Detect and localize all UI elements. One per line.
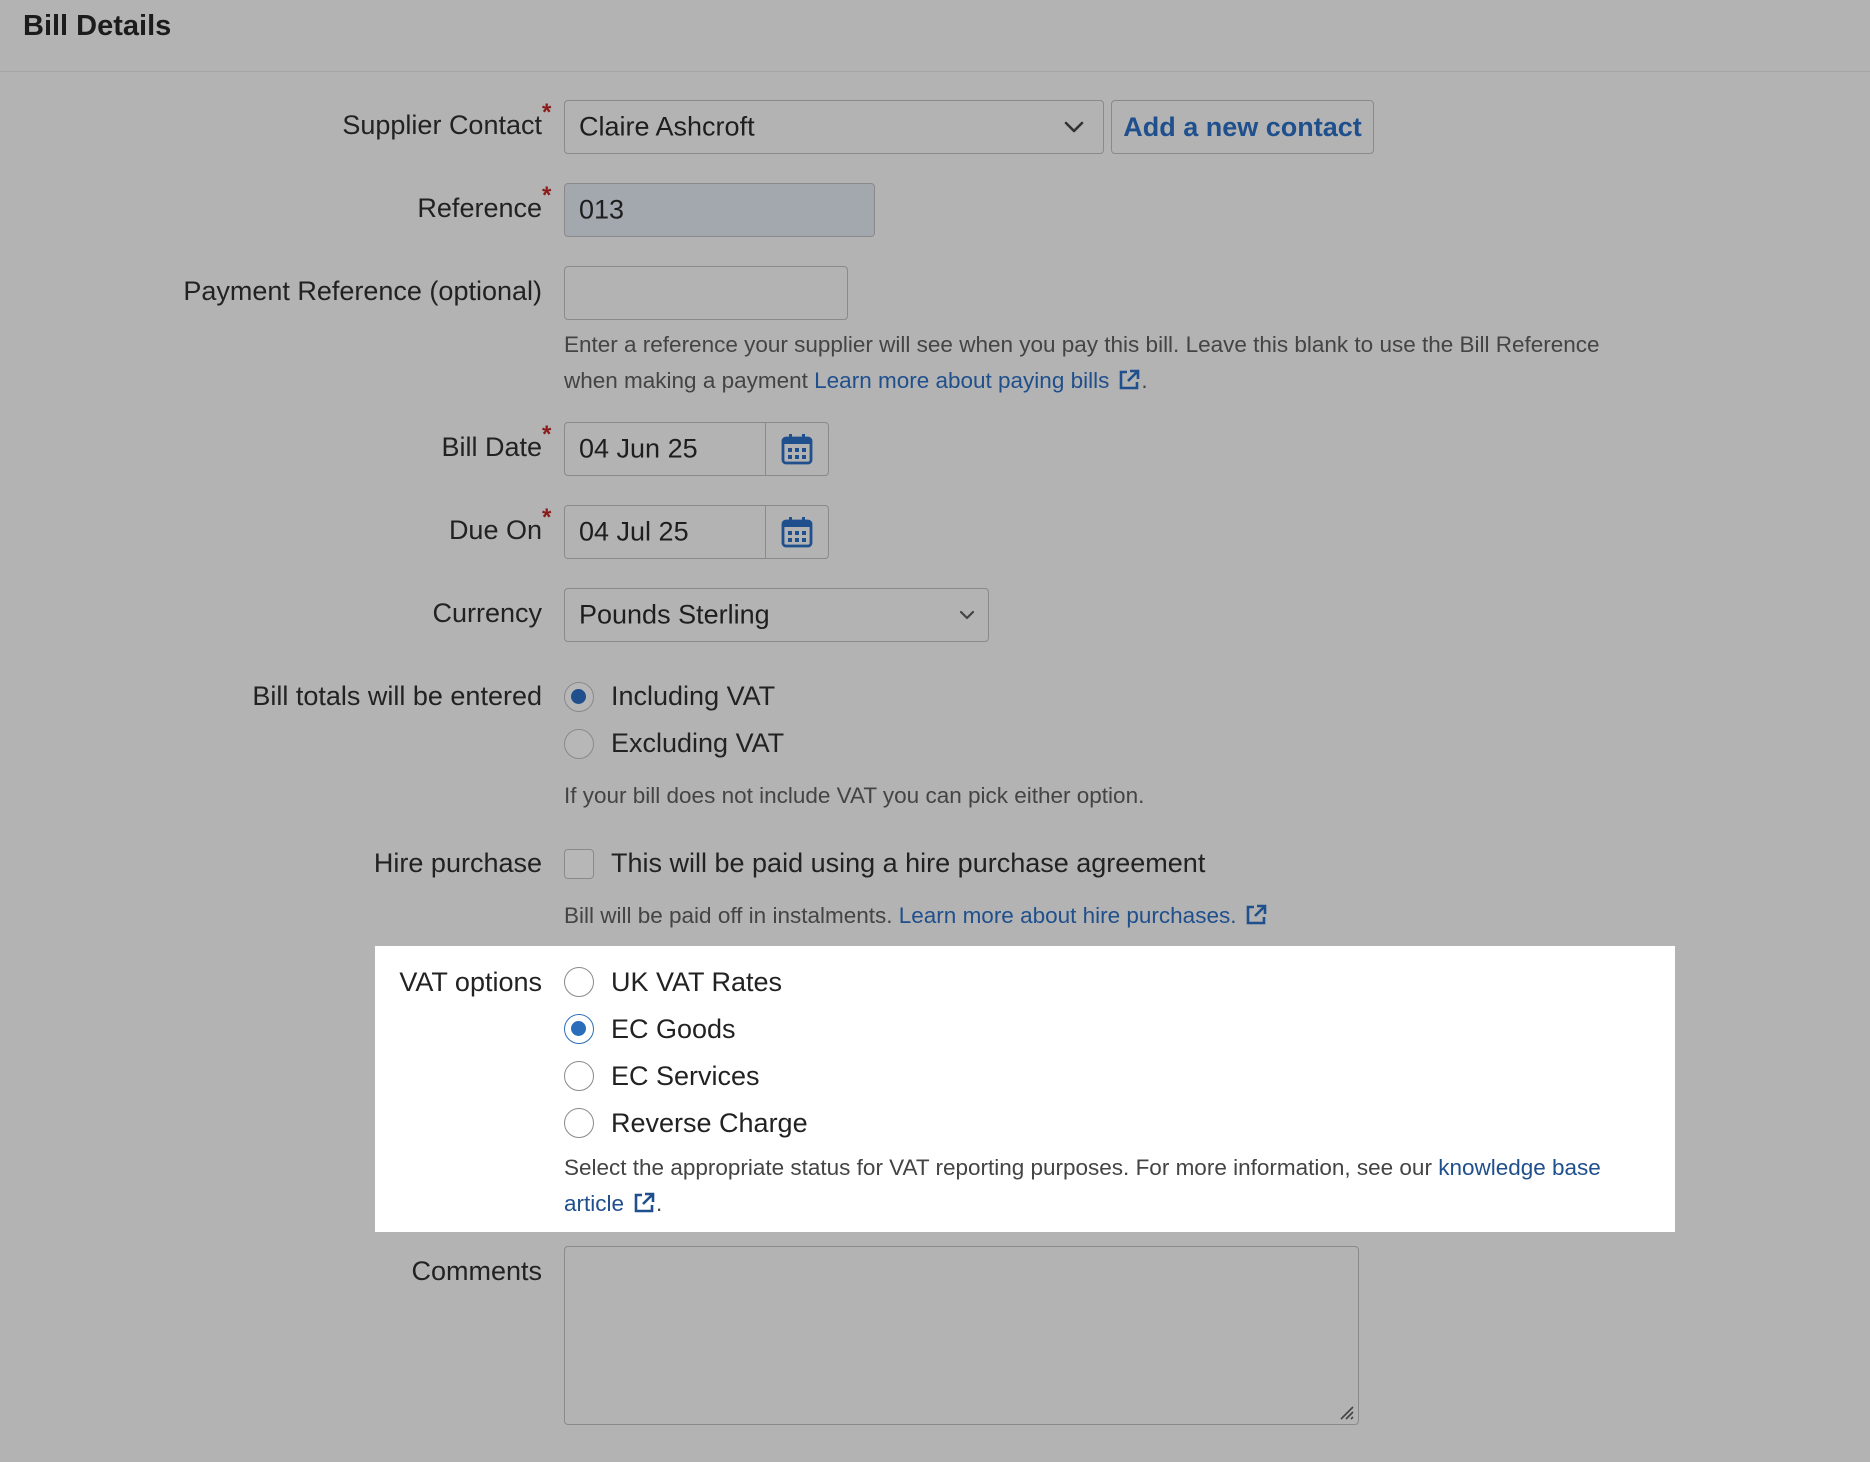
ec-goods-radio[interactable] (564, 1014, 594, 1044)
vat-options-label: VAT options (399, 967, 542, 997)
required-marker: * (542, 182, 552, 209)
calendar-icon (781, 517, 813, 548)
reference-label: Reference (417, 193, 542, 223)
knowledge-base-link[interactable]: knowledge base (1438, 1155, 1601, 1180)
currency-label: Currency (432, 598, 542, 628)
resize-handle-icon[interactable] (1338, 1404, 1354, 1420)
currency-select[interactable]: Pounds Sterling (564, 588, 989, 642)
required-marker: * (542, 504, 552, 531)
required-marker: * (542, 421, 552, 448)
hire-purchase-help-text: Bill will be paid off in instalments. (564, 903, 893, 928)
payment-reference-help-line2: when making a payment (564, 368, 808, 393)
bill-date-calendar-button[interactable] (765, 423, 828, 475)
excluding-vat-option-label: Excluding VAT (611, 728, 785, 758)
currency-value: Pounds Sterling (579, 599, 770, 630)
page-title: Bill Details (23, 10, 172, 42)
external-link-icon (1120, 369, 1140, 390)
including-vat-option-label: Including VAT (611, 681, 776, 711)
hire-purchase-checkbox[interactable] (564, 849, 594, 879)
comments-label: Comments (411, 1256, 542, 1286)
supplier-contact-value: Claire Ashcroft (579, 111, 755, 142)
due-on-label: Due On (448, 515, 542, 545)
due-on-calendar-button[interactable] (765, 506, 828, 558)
supplier-contact-label: Supplier Contact (342, 110, 542, 140)
uk-vat-rates-option-label: UK VAT Rates (611, 967, 783, 997)
required-marker: * (542, 99, 552, 126)
ec-services-radio[interactable] (564, 1061, 594, 1091)
section-header: Bill Details (0, 0, 1870, 72)
payment-reference-help: Enter a reference your supplier will see… (564, 327, 1724, 399)
learn-more-paying-bills-link[interactable]: Learn more about paying bills (814, 368, 1109, 393)
due-on-input[interactable]: 04 Jul 25 (564, 505, 829, 559)
excluding-vat-radio[interactable] (564, 729, 594, 759)
bill-totals-label: Bill totals will be entered (252, 681, 542, 711)
calendar-icon (781, 434, 813, 465)
chevron-down-icon (1064, 121, 1084, 133)
supplier-contact-select[interactable]: Claire Ashcroft (564, 100, 1104, 154)
hire-purchase-checkbox-label: This will be paid using a hire purchase … (611, 848, 1206, 878)
ec-services-option-label: EC Services (611, 1061, 760, 1091)
comments-textarea[interactable] (564, 1246, 1359, 1425)
reference-value: 013 (579, 194, 625, 225)
ec-goods-option-label: EC Goods (611, 1014, 736, 1044)
due-on-value: 04 Jul 25 (579, 516, 689, 547)
payment-reference-label: Payment Reference (optional) (183, 276, 542, 306)
reference-input[interactable]: 013 (564, 183, 875, 237)
external-link-icon (634, 1192, 655, 1213)
bill-date-input[interactable]: 04 Jun 25 (564, 422, 829, 476)
bill-date-label: Bill Date (441, 432, 542, 462)
learn-more-hire-purchases-link[interactable]: Learn more about hire purchases. (899, 903, 1237, 928)
reverse-charge-option-label: Reverse Charge (611, 1108, 808, 1138)
hire-purchase-help: Bill will be paid off in instalments. Le… (564, 898, 1268, 934)
payment-reference-help-line1: Enter a reference your supplier will see… (564, 332, 1600, 357)
bill-date-value: 04 Jun 25 (579, 433, 698, 464)
payment-reference-help-end: . (1141, 368, 1148, 393)
vat-options-help-line1: Select the appropriate status for VAT re… (564, 1155, 1432, 1180)
reverse-charge-radio[interactable] (564, 1108, 594, 1138)
knowledge-base-article-link[interactable]: article (564, 1191, 624, 1216)
hire-purchase-label: Hire purchase (373, 848, 542, 878)
uk-vat-rates-radio[interactable] (564, 967, 594, 997)
payment-reference-input[interactable] (564, 266, 848, 320)
external-link-icon (1247, 904, 1267, 925)
bill-totals-help: If your bill does not include VAT you ca… (564, 783, 1145, 808)
chevron-down-icon (959, 610, 975, 620)
vat-options-help: Select the appropriate status for VAT re… (564, 1150, 1664, 1222)
including-vat-radio[interactable] (564, 682, 594, 712)
add-new-contact-button[interactable]: Add a new contact (1111, 100, 1374, 154)
vat-options-help-end: . (656, 1191, 663, 1216)
